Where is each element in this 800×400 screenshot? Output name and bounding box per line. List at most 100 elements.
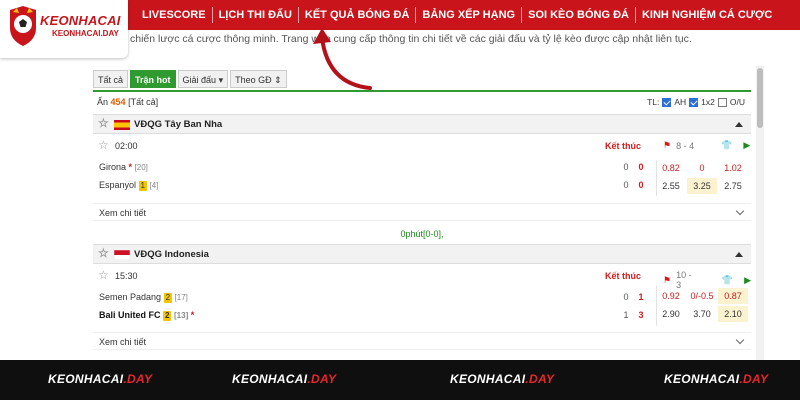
away-ht-score: 0 xyxy=(623,180,629,190)
match-status: Kết thúc xyxy=(605,271,641,281)
nav-experience[interactable]: KINH NGHIỆM CÁ CƯỢC xyxy=(636,0,778,30)
favorite-star-icon[interactable]: ☆ xyxy=(98,139,109,151)
tab-by-time[interactable]: Theo GĐ ⇕ xyxy=(230,70,287,88)
favorite-star-icon[interactable]: ☆ xyxy=(98,117,109,129)
odds-away-ah[interactable]: 1.02 xyxy=(718,160,748,176)
tab-hot[interactable]: Trận hot xyxy=(130,70,176,88)
main-nav: LIVESCORE LỊCH THI ĐẤU KẾT QUẢ BÓNG ĐÁ B… xyxy=(136,0,778,30)
team-rank: [4] xyxy=(149,181,159,190)
nav-livescore[interactable]: LIVESCORE xyxy=(136,0,212,30)
corner-count: 8 - 4 xyxy=(676,140,695,151)
home-team[interactable]: Girona * [20] xyxy=(99,162,148,172)
spain-flag-icon xyxy=(114,120,130,130)
yellow-card-badge: 2 xyxy=(163,293,173,303)
favorite-star-icon[interactable]: ☆ xyxy=(98,247,109,259)
chevron-down-icon[interactable] xyxy=(735,206,745,216)
odds-1x2-home[interactable]: 2.55 xyxy=(656,178,686,194)
video-icon[interactable]: ▶ xyxy=(743,140,750,151)
red-card-marker: * xyxy=(128,162,133,172)
tl-label: TL: xyxy=(647,97,660,107)
collapse-icon[interactable] xyxy=(735,122,743,127)
tabs-underline xyxy=(93,90,751,92)
tab-league-label: Giải đấu xyxy=(182,75,217,85)
1x2-label: 1x2 xyxy=(701,97,715,107)
livescore-widget: Tất cả Trận hot Giải đấu ▾ Theo GĐ ⇕ Ẩn … xyxy=(93,66,751,366)
corner-flag-icon: ⚑ xyxy=(663,274,672,285)
view-details-label: Xem chi tiết xyxy=(99,208,147,218)
away-ft-score: 3 xyxy=(638,310,644,320)
favorite-star-icon[interactable]: ☆ xyxy=(98,269,109,281)
footer-brand: KEONHACAI.DAY xyxy=(450,372,554,386)
footer-brand-main: KEONHACAI xyxy=(450,372,526,386)
league-header[interactable]: ☆ VĐQG Tây Ban Nha xyxy=(93,114,751,134)
odds-1x2-draw[interactable]: 3.70 xyxy=(687,306,717,322)
footer-brand: KEONHACAI.DAY xyxy=(664,372,768,386)
odds-1x2-away[interactable]: 2.10 xyxy=(718,306,748,322)
home-ft-score: 0 xyxy=(638,162,644,172)
league-header[interactable]: ☆ VĐQG Indonesia xyxy=(93,244,751,264)
footer-brand-main: KEONHACAI xyxy=(664,372,740,386)
video-icon[interactable]: ▶ xyxy=(744,275,751,286)
page: LIVESCORE LỊCH THI ĐẤU KẾT QUẢ BÓNG ĐÁ B… xyxy=(0,0,800,400)
footer-brand-main: KEONHACAI xyxy=(48,372,124,386)
tab-all[interactable]: Tất cả xyxy=(93,70,129,88)
odds-handicap[interactable]: 0/-0.5 xyxy=(687,288,717,304)
chevron-down-icon[interactable] xyxy=(735,335,745,345)
collapse-icon[interactable] xyxy=(735,252,743,257)
match-minute-note: 0phút[0-0], xyxy=(400,229,444,239)
tab-by-time-label: Theo GĐ xyxy=(235,75,272,85)
footer-brand-suffix: .DAY xyxy=(739,372,769,386)
match-time: 15:30 xyxy=(115,271,138,281)
view-details-row[interactable]: Xem chi tiết xyxy=(93,203,751,221)
odds-handicap[interactable]: 0 xyxy=(687,160,717,176)
home-ht-score: 0 xyxy=(623,162,629,172)
site-logo[interactable]: KEONHACAI KEONHACAI.DAY xyxy=(0,0,128,58)
home-ht-score: 0 xyxy=(623,292,629,302)
logo-text: KEONHACAI xyxy=(40,13,121,28)
odds-away-ah[interactable]: 0.87 xyxy=(718,288,748,304)
nav-schedule[interactable]: LỊCH THI ĐẤU xyxy=(213,0,298,30)
hide-label: Ẩn xyxy=(97,97,109,107)
away-team[interactable]: Espanyol 1 [4] xyxy=(99,180,158,191)
footer-brand-suffix: .DAY xyxy=(123,372,153,386)
odds-1x2-away[interactable]: 2.75 xyxy=(718,178,748,194)
red-card-marker: * xyxy=(190,310,195,320)
intro-text: chiến lược cá cược thông minh. Trang web… xyxy=(130,33,692,45)
nav-standings[interactable]: BẢNG XẾP HẠNG xyxy=(416,0,521,30)
sort-icon: ⇕ xyxy=(274,75,282,85)
corner-count: 10 - 3 xyxy=(676,270,692,290)
away-team[interactable]: Bali United FC 2 [13] * xyxy=(99,310,194,321)
tab-league[interactable]: Giải đấu ▾ xyxy=(177,70,229,88)
ou-label: O/U xyxy=(729,97,745,107)
league-name: VĐQG Indonesia xyxy=(134,249,209,260)
footer-banner: KEONHACAI.DAY KEONHACAI.DAY KEONHACAI.DA… xyxy=(0,360,800,400)
shirt-icon: 👕 xyxy=(721,274,734,285)
view-details-label: Xem chi tiết xyxy=(99,337,147,347)
team-name: Espanyol xyxy=(99,180,137,190)
match-row[interactable]: ☆ 02:00 Kết thúc ⚑ 8 - 4 👕 ▶ Girona * [2… xyxy=(93,136,751,198)
shield-ball-icon xyxy=(10,6,36,46)
scrollbar-thumb[interactable] xyxy=(757,68,763,128)
footer-brand: KEONHACAI.DAY xyxy=(48,372,152,386)
team-name: Semen Padang xyxy=(99,292,162,302)
odds-home-ah[interactable]: 0.82 xyxy=(656,160,686,176)
corner-flag-icon: ⚑ xyxy=(663,140,672,150)
odds-1x2-draw[interactable]: 3.25 xyxy=(687,178,717,194)
odds-1x2-home[interactable]: 2.90 xyxy=(656,306,686,322)
team-rank: [17] xyxy=(174,293,188,302)
1x2-checkbox[interactable] xyxy=(689,97,699,107)
dropdown-arrow-icon: ▾ xyxy=(218,75,224,85)
yellow-card-badge: 2 xyxy=(163,311,172,321)
match-row[interactable]: ☆ 15:30 Kết thúc ⚑ 10 - 3 👕 ▶ Semen Pada… xyxy=(93,266,751,328)
match-status: Kết thúc xyxy=(605,141,641,151)
show-all-link[interactable]: [Tất cả] xyxy=(128,97,158,107)
ou-checkbox[interactable] xyxy=(717,97,727,107)
home-team[interactable]: Semen Padang 2 [17] xyxy=(99,292,188,303)
odds-home-ah[interactable]: 0.92 xyxy=(656,288,686,304)
team-name: Girona xyxy=(99,162,127,172)
footer-brand-suffix: .DAY xyxy=(307,372,337,386)
view-details-row[interactable]: Xem chi tiết xyxy=(93,332,751,350)
match-time: 02:00 xyxy=(115,141,138,151)
nav-odds[interactable]: SOI KÈO BÓNG ĐÁ xyxy=(522,0,635,30)
ah-checkbox[interactable] xyxy=(662,97,672,107)
